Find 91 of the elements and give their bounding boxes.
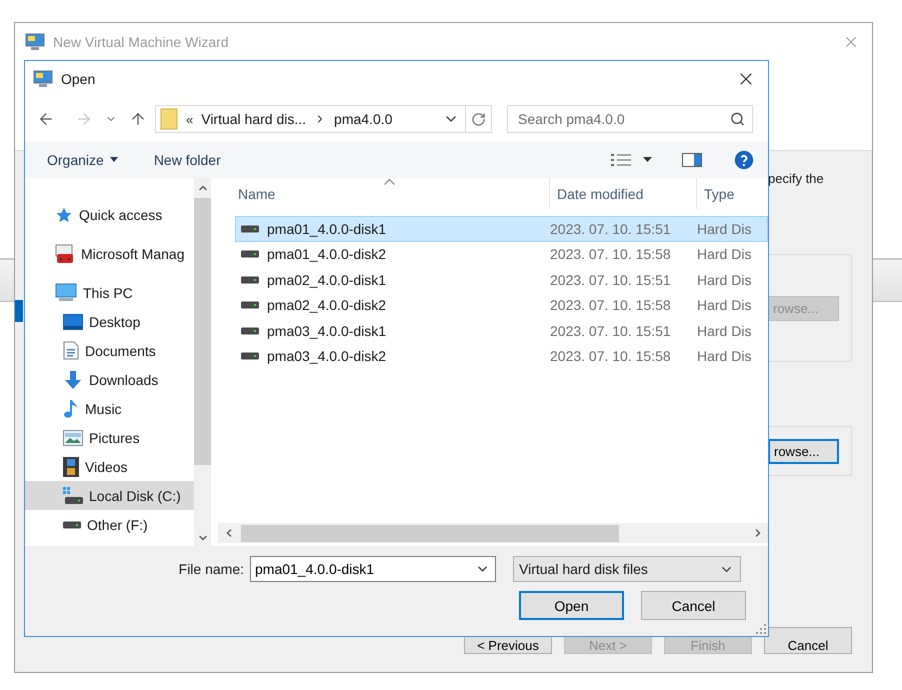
nav-item[interactable]: Quick access	[25, 200, 194, 229]
refresh-icon	[471, 112, 486, 126]
folder-icon	[160, 108, 178, 130]
instruction-text: pecify the	[767, 171, 825, 186]
music-icon	[63, 398, 79, 418]
computer-icon	[55, 283, 77, 302]
nav-item[interactable]: Videos	[25, 452, 194, 481]
caret-icon	[110, 157, 118, 162]
type-cell-text: Hard Dis	[697, 297, 752, 314]
nav-item[interactable]: Desktop	[25, 307, 194, 336]
selection-marker	[15, 300, 23, 322]
back-button[interactable]	[37, 110, 55, 128]
nav-item[interactable]: Documents	[25, 336, 194, 365]
dialog-app-icon	[33, 70, 53, 88]
caret-icon	[643, 157, 652, 162]
file-name-label: File name:	[178, 561, 245, 577]
help-button[interactable]	[734, 150, 754, 170]
browse-button[interactable]: rowse...	[768, 438, 839, 464]
preview-pane-button[interactable]	[682, 152, 702, 166]
help-icon	[734, 150, 754, 170]
preview-pane-icon	[682, 152, 702, 166]
system-drive-icon	[63, 486, 83, 504]
date-cell-text: 2023. 07. 10. 15:58	[550, 348, 672, 364]
nav-item[interactable]: Other (F:)	[25, 510, 194, 539]
cancel-button[interactable]: Cancel	[641, 591, 746, 620]
view-options-button[interactable]	[611, 152, 631, 166]
desktop-icon	[63, 314, 83, 330]
file-row[interactable]: pma01_4.0.0-disk1 2023. 07. 10. 15:51 Hard Dis	[235, 216, 768, 242]
date-cell-text: 2023. 07. 10. 15:58	[550, 246, 672, 262]
nav-item[interactable]: Downloads	[25, 365, 194, 394]
scroll-thumb[interactable]	[194, 198, 211, 465]
type-cell-text: Hard Dis	[697, 220, 752, 237]
scroll-thumb[interactable]	[241, 524, 619, 542]
up-button[interactable]	[129, 110, 147, 128]
nav-item[interactable]: Local Disk (C:)	[25, 481, 194, 510]
file-name-field[interactable]: pma01_4.0.0-disk1	[250, 556, 496, 582]
overflow-marker: «	[186, 112, 194, 126]
file-type-dropdown[interactable]: Virtual hard disk files	[513, 556, 741, 582]
date-cell-text: 2023. 07. 10. 15:51	[550, 322, 672, 339]
vertical-scrollbar[interactable]	[194, 178, 211, 546]
toolbox-icon	[55, 244, 75, 264]
type-cell-text: Hard Dis	[697, 272, 752, 288]
toolbar-button[interactable]: New folder	[154, 152, 221, 168]
open-button[interactable]: Open	[519, 591, 624, 620]
date-cell-text: 2023. 07. 10. 15:51	[550, 220, 672, 237]
column-header[interactable]: Type	[696, 178, 766, 209]
resize-grip-icon	[756, 624, 766, 634]
view-dropdown-button[interactable]	[643, 157, 652, 162]
forward-arrow-icon	[75, 110, 93, 128]
nav-item[interactable]: Microsoft Manag	[25, 239, 194, 268]
sort-icon	[384, 179, 395, 185]
search-icon	[730, 112, 745, 126]
type-cell-text: Hard Dis	[697, 246, 752, 262]
file-name: pma02_4.0.0-disk1	[267, 272, 386, 288]
file-row[interactable]: pma02_4.0.0-disk1 2023. 07. 10. 15:51 Hard Dis	[235, 267, 768, 292]
pictures-icon	[63, 430, 83, 446]
toolbar-button[interactable]: Organize	[47, 152, 118, 168]
breadcrumb[interactable]: Virtual hard dis...	[201, 111, 306, 127]
film-icon	[63, 456, 79, 476]
details-view-icon	[611, 152, 631, 166]
wizard-button[interactable]: Cancel	[764, 627, 852, 654]
breadcrumb[interactable]: pma4.0.0	[334, 111, 392, 127]
refresh-button[interactable]	[466, 105, 492, 133]
document-icon	[63, 341, 79, 360]
nav-item[interactable]: Pictures	[25, 423, 194, 452]
address-bar[interactable]: « Virtual hard dis... pma4.0.0	[155, 105, 466, 133]
file-row[interactable]: pma03_4.0.0-disk1 2023. 07. 10. 15:51 Hard Dis	[235, 318, 768, 344]
horizontal-scrollbar[interactable]	[218, 523, 768, 543]
nav-item[interactable]: This PC	[25, 278, 194, 307]
file-name: pma01_4.0.0-disk2	[267, 246, 386, 262]
file-name: pma03_4.0.0-disk1	[267, 322, 386, 339]
dialog-title: Open	[61, 71, 96, 87]
date-cell-text: 2023. 07. 10. 15:51	[550, 272, 672, 288]
file-row[interactable]: pma03_4.0.0-disk2 2023. 07. 10. 15:58 Hard Dis	[235, 344, 768, 369]
search-field[interactable]: Search pma4.0.0	[507, 105, 753, 133]
type-cell-text: Hard Dis	[697, 322, 752, 339]
star-icon	[55, 206, 73, 224]
date-cell-text: 2023. 07. 10. 15:58	[550, 297, 672, 314]
window-title: New Virtual Machine Wizard	[53, 34, 230, 50]
wizard-app-icon	[25, 33, 45, 51]
file-name: pma02_4.0.0-disk2	[267, 297, 386, 314]
drive-icon	[63, 520, 81, 528]
file-name: pma01_4.0.0-disk1	[267, 220, 386, 237]
file-row[interactable]: pma02_4.0.0-disk2 2023. 07. 10. 15:58 Hard Dis	[235, 292, 768, 318]
column-header[interactable]: Name	[218, 178, 549, 209]
column-header[interactable]: Date modified	[549, 178, 696, 209]
file-name: pma03_4.0.0-disk2	[267, 348, 386, 364]
file-row[interactable]: pma01_4.0.0-disk2 2023. 07. 10. 15:58 Hard Dis	[235, 242, 768, 267]
nav-item[interactable]: Music	[25, 394, 194, 423]
type-cell-text: Hard Dis	[697, 348, 752, 364]
download-icon	[63, 370, 83, 390]
